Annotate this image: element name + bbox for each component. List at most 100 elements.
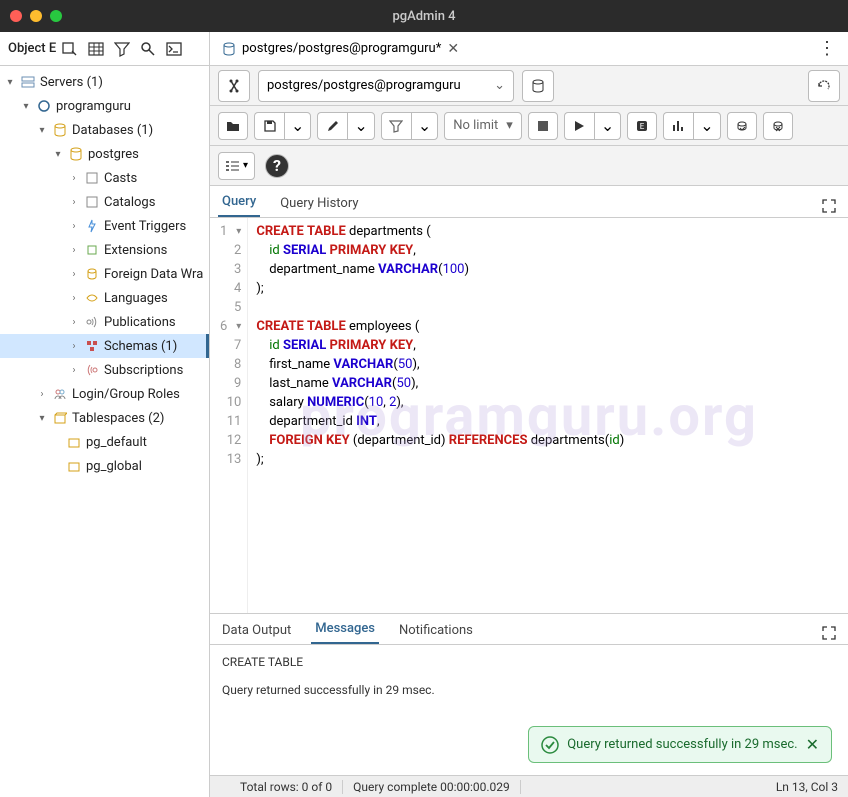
server-group-icon: [20, 75, 36, 89]
tree-event-triggers[interactable]: ›Event Triggers: [0, 214, 209, 238]
fdw-icon: [84, 267, 100, 281]
event-triggers-icon: [84, 219, 100, 233]
explain-analyze-button[interactable]: [663, 112, 693, 140]
close-window-icon[interactable]: [10, 10, 22, 22]
save-dropdown[interactable]: ⌄: [284, 112, 311, 140]
languages-icon: [84, 291, 100, 305]
status-bar: Total rows: 0 of 0 Query complete 00:00:…: [210, 775, 848, 797]
connection-selector[interactable]: postgres/postgres@programguru ⌄: [258, 70, 514, 102]
expand-editor-icon[interactable]: [818, 195, 840, 217]
main-toolbar: ⌄ ⌄ ⌄ No limit▾ ⌄ E ⌄: [210, 106, 848, 146]
toast-text: Query returned successfully in 29 msec.: [567, 737, 797, 752]
extensions-icon: [84, 243, 100, 257]
svg-text:E: E: [640, 122, 645, 131]
message-line: Query returned successfully in 29 msec.: [222, 683, 836, 697]
close-tab-icon[interactable]: ✕: [447, 41, 459, 57]
expand-output-icon[interactable]: [818, 622, 840, 644]
query-tabs: Query Query History: [210, 186, 848, 218]
status-cursor: Ln 13, Col 3: [766, 780, 848, 794]
success-toast: Query returned successfully in 29 msec. …: [528, 726, 832, 763]
tree-databases[interactable]: ▾Databases (1): [0, 118, 209, 142]
casts-icon: [84, 171, 100, 185]
explain-dropdown[interactable]: ⌄: [693, 112, 720, 140]
commit-button[interactable]: [727, 112, 757, 140]
maximize-window-icon[interactable]: [50, 10, 62, 22]
close-toast-icon[interactable]: ✕: [806, 735, 819, 754]
tree-subscriptions[interactable]: ›Subscriptions: [0, 358, 209, 382]
limit-selector[interactable]: No limit▾: [444, 112, 522, 140]
search-icon[interactable]: [136, 37, 160, 61]
view-data-icon[interactable]: [84, 37, 108, 61]
elephant-icon: [36, 99, 52, 113]
open-file-button[interactable]: [218, 112, 248, 140]
status-rows: Total rows: 0 of 0: [230, 780, 343, 794]
connection-bar: postgres/postgres@programguru ⌄: [210, 66, 848, 106]
sidebar-title: Object E: [6, 41, 56, 56]
app-shell: Object E ▾Servers (1) ▾programguru ▾Data…: [0, 32, 848, 797]
connection-value: postgres/postgres@programguru: [267, 78, 461, 93]
editor-tab[interactable]: postgres/postgres@programguru* ✕: [216, 37, 465, 61]
save-button[interactable]: [254, 112, 284, 140]
sidebar-header: Object E: [0, 32, 209, 66]
psql-icon[interactable]: [162, 37, 186, 61]
query-history-tab[interactable]: Query History: [276, 190, 362, 217]
tree-servers[interactable]: ▾Servers (1): [0, 70, 209, 94]
tablespace-icon: [66, 459, 82, 473]
tree-fdw[interactable]: ›Foreign Data Wra: [0, 262, 209, 286]
tree-server[interactable]: ▾programguru: [0, 94, 209, 118]
tablespace-icon: [66, 435, 82, 449]
tree-ts-default[interactable]: pg_default: [0, 430, 209, 454]
execute-button[interactable]: [564, 112, 594, 140]
sql-editor[interactable]: 1▾2345 6▾78910111213 CREATE TABLE depart…: [210, 218, 848, 613]
database-group-icon: [52, 123, 68, 137]
filter-button[interactable]: [381, 112, 411, 140]
chevron-down-icon: ▾: [506, 118, 513, 133]
editor-tabbar: postgres/postgres@programguru* ✕ ⋮: [210, 32, 848, 66]
tree-casts[interactable]: ›Casts: [0, 166, 209, 190]
edit-dropdown[interactable]: ⌄: [347, 112, 374, 140]
tree-login-roles[interactable]: ›Login/Group Roles: [0, 382, 209, 406]
editor-tab-label: postgres/postgres@programguru*: [242, 41, 441, 56]
tree-extensions[interactable]: ›Extensions: [0, 238, 209, 262]
login-roles-icon: [52, 387, 68, 401]
line-gutter: 1▾2345 6▾78910111213: [210, 218, 248, 613]
stop-button[interactable]: [528, 112, 558, 140]
filter-dropdown[interactable]: ⌄: [411, 112, 438, 140]
explain-button[interactable]: E: [627, 112, 657, 140]
object-browser: Object E ▾Servers (1) ▾programguru ▾Data…: [0, 32, 210, 797]
new-connection-icon[interactable]: [522, 70, 554, 102]
data-output-tab[interactable]: Data Output: [218, 617, 295, 644]
connection-status-icon[interactable]: [218, 70, 250, 102]
chevron-down-icon: ⌄: [494, 78, 505, 93]
traffic-lights: [10, 10, 62, 22]
message-line: CREATE TABLE: [222, 655, 836, 669]
tree-publications[interactable]: ›Publications: [0, 310, 209, 334]
secondary-toolbar: ▾ ?: [210, 146, 848, 186]
macros-button[interactable]: ▾: [218, 152, 255, 180]
query-tool-icon[interactable]: [58, 37, 82, 61]
filter-rows-icon[interactable]: [110, 37, 134, 61]
tree-tablespaces[interactable]: ▾Tablespaces (2): [0, 406, 209, 430]
rollback-button[interactable]: [763, 112, 793, 140]
catalogs-icon: [84, 195, 100, 209]
tree-ts-global[interactable]: pg_global: [0, 454, 209, 478]
reset-layout-icon[interactable]: [808, 70, 840, 102]
kebab-menu-icon[interactable]: ⋮: [812, 38, 842, 59]
database-icon: [68, 147, 84, 161]
help-button[interactable]: ?: [265, 154, 289, 178]
tree-catalogs[interactable]: ›Catalogs: [0, 190, 209, 214]
tree-languages[interactable]: ›Languages: [0, 286, 209, 310]
output-tabs: Data Output Messages Notifications: [210, 613, 848, 645]
code-area[interactable]: CREATE TABLE departments ( id SERIAL PRI…: [248, 218, 848, 613]
tree-database[interactable]: ▾postgres: [0, 142, 209, 166]
object-tree[interactable]: ▾Servers (1) ▾programguru ▾Databases (1)…: [0, 66, 209, 797]
messages-tab[interactable]: Messages: [311, 615, 379, 644]
query-tab[interactable]: Query: [218, 188, 260, 217]
window-title: pgAdmin 4: [392, 9, 455, 24]
window-titlebar: pgAdmin 4: [0, 0, 848, 32]
edit-button[interactable]: [317, 112, 347, 140]
tree-schemas[interactable]: ›Schemas (1): [0, 334, 209, 358]
execute-dropdown[interactable]: ⌄: [594, 112, 621, 140]
minimize-window-icon[interactable]: [30, 10, 42, 22]
notifications-tab[interactable]: Notifications: [395, 617, 477, 644]
